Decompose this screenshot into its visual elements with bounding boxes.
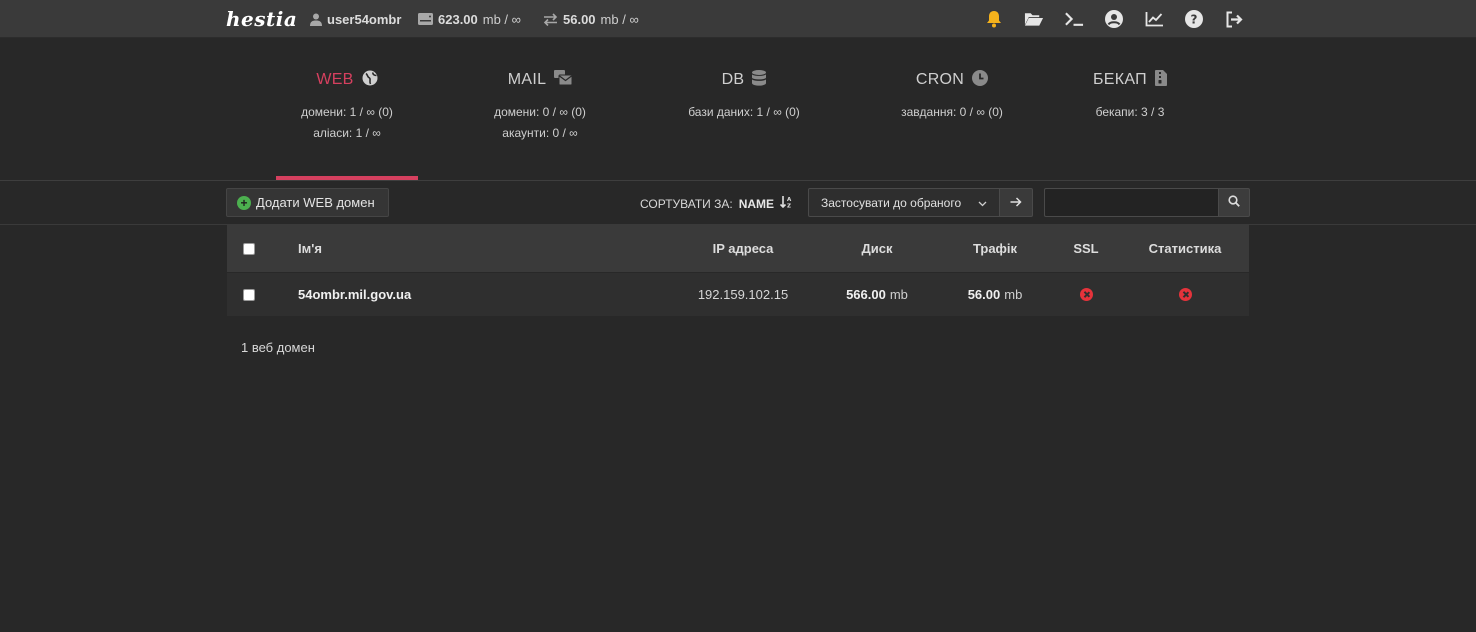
terminal-icon[interactable]	[1064, 7, 1084, 31]
tab-mail-title: MAIL	[507, 71, 547, 88]
file-archive-icon	[1154, 69, 1167, 91]
exchange-icon	[543, 12, 558, 26]
mail-bulk-icon	[554, 70, 573, 90]
chevron-down-icon	[978, 196, 987, 210]
column-header-name[interactable]: Ім'я	[298, 225, 322, 272]
tab-cron-jobs: завдання: 0 / ∞ (0)	[901, 105, 1003, 119]
disk-usage-stat: 623.00 mb / ∞	[418, 0, 521, 38]
search-input[interactable]	[1044, 188, 1218, 217]
statistics-status	[1135, 273, 1235, 316]
select-all-checkbox[interactable]	[243, 225, 255, 272]
stats-tabs: WEB домени: 1 / ∞ (0) аліаси: 1 / ∞ MAIL…	[0, 39, 1476, 180]
tab-db[interactable]: DB бази даних: 1 / ∞ (0)	[670, 39, 818, 180]
question-circle-icon[interactable]: ?	[1184, 7, 1204, 31]
user-circle-icon[interactable]	[1104, 7, 1124, 31]
ssl-disabled-icon	[1079, 288, 1093, 301]
disk-value: 566.00	[846, 287, 886, 302]
sort-label: СОРТУВАТИ ЗА:	[640, 196, 733, 211]
disk-usage-value: 623.00	[438, 11, 478, 27]
tab-web-aliases: аліаси: 1 / ∞	[313, 126, 381, 140]
search-button[interactable]	[1218, 188, 1250, 217]
traffic-unit: mb	[1004, 287, 1023, 302]
disk-usage-cell: 566.00 mb	[827, 273, 927, 316]
tab-web-domains: домени: 1 / ∞ (0)	[301, 105, 393, 119]
database-icon	[752, 69, 767, 91]
hdd-icon	[418, 13, 433, 25]
traffic-cell: 56.00 mb	[945, 273, 1045, 316]
apply-button[interactable]	[1000, 188, 1033, 217]
bandwidth-value: 56.00	[563, 11, 596, 27]
statistics-disabled-icon	[1178, 288, 1192, 301]
ssl-status	[1056, 273, 1116, 316]
disk-unit: mb	[889, 287, 908, 302]
user-icon	[310, 13, 322, 26]
tab-web-title: WEB	[316, 71, 354, 88]
domain-name-link[interactable]: 54ombr.mil.gov.ua	[298, 273, 411, 316]
column-header-ip: IP адреса	[712, 241, 774, 256]
svg-text:A: A	[787, 197, 792, 203]
domain-count: 1 веб домен	[241, 340, 315, 355]
column-header-traffic: Трафік	[972, 241, 1018, 256]
sort-value: NAME	[738, 196, 775, 211]
username: user54ombr	[327, 11, 402, 27]
bulk-action-value: Застосувати до обраного	[821, 195, 962, 210]
table-row[interactable]: 54ombr.mil.gov.ua 192.159.102.15 566.00 …	[227, 273, 1249, 316]
svg-text:Z: Z	[787, 204, 791, 209]
row-checkbox[interactable]	[243, 273, 255, 316]
hestia-logo[interactable]: hestia	[226, 4, 297, 34]
table-header: Ім'я IP адреса Диск Трафік SSL Статистик…	[227, 225, 1249, 272]
bandwidth-unit: mb / ∞	[600, 11, 639, 27]
chart-line-icon[interactable]	[1144, 7, 1164, 31]
sort-alpha-icon: AZ	[779, 196, 793, 211]
sort-control[interactable]: СОРТУВАТИ ЗА: NAME AZ	[640, 196, 793, 211]
bulk-action-select[interactable]: Застосувати до обраного	[808, 188, 1000, 217]
tab-mail-accounts: акаунти: 0 / ∞	[502, 126, 578, 140]
user-stat[interactable]: user54ombr	[310, 0, 401, 38]
tab-db-title: DB	[721, 71, 745, 88]
add-web-domain-label: Додати WEB домен	[256, 195, 375, 210]
bell-icon[interactable]	[984, 7, 1004, 31]
tab-mail[interactable]: MAIL домени: 0 / ∞ (0) акаунти: 0 / ∞	[470, 39, 610, 180]
logout-icon[interactable]	[1224, 7, 1244, 31]
tab-backup-count: бекапи: 3 / 3	[1095, 105, 1165, 119]
top-bar-actions: ?	[984, 7, 1244, 31]
tab-db-databases: бази даних: 1 / ∞ (0)	[688, 105, 800, 119]
search-icon	[1228, 195, 1240, 210]
column-header-disk: Диск	[861, 241, 893, 256]
svg-text:?: ?	[1191, 13, 1198, 27]
tab-mail-domains: домени: 0 / ∞ (0)	[494, 105, 586, 119]
tab-backup-title: БЕКАП	[1093, 71, 1147, 88]
globe-icon	[362, 70, 378, 91]
tab-web[interactable]: WEB домени: 1 / ∞ (0) аліаси: 1 / ∞	[276, 39, 418, 180]
tab-cron[interactable]: CRON завдання: 0 / ∞ (0)	[876, 39, 1028, 180]
tab-cron-title: CRON	[915, 71, 965, 88]
traffic-value: 56.00	[967, 287, 1001, 302]
bandwidth-stat: 56.00 mb / ∞	[543, 0, 639, 38]
clock-icon	[972, 69, 989, 91]
arrow-right-icon	[1010, 195, 1022, 210]
ip-address: 192.159.102.15	[697, 287, 789, 302]
tab-backup[interactable]: БЕКАП бекапи: 3 / 3	[1080, 39, 1180, 180]
plus-circle-icon: +	[237, 195, 251, 210]
add-web-domain-button[interactable]: + Додати WEB домен	[226, 188, 389, 217]
divider	[0, 180, 1476, 181]
column-header-statistics: Статистика	[1148, 241, 1222, 256]
column-header-ssl: SSL	[1073, 241, 1099, 256]
top-bar: hestia user54ombr 623.00 mb / ∞ 56.00 mb…	[0, 0, 1476, 38]
disk-usage-unit: mb / ∞	[482, 11, 521, 27]
folder-open-icon[interactable]	[1024, 7, 1044, 31]
